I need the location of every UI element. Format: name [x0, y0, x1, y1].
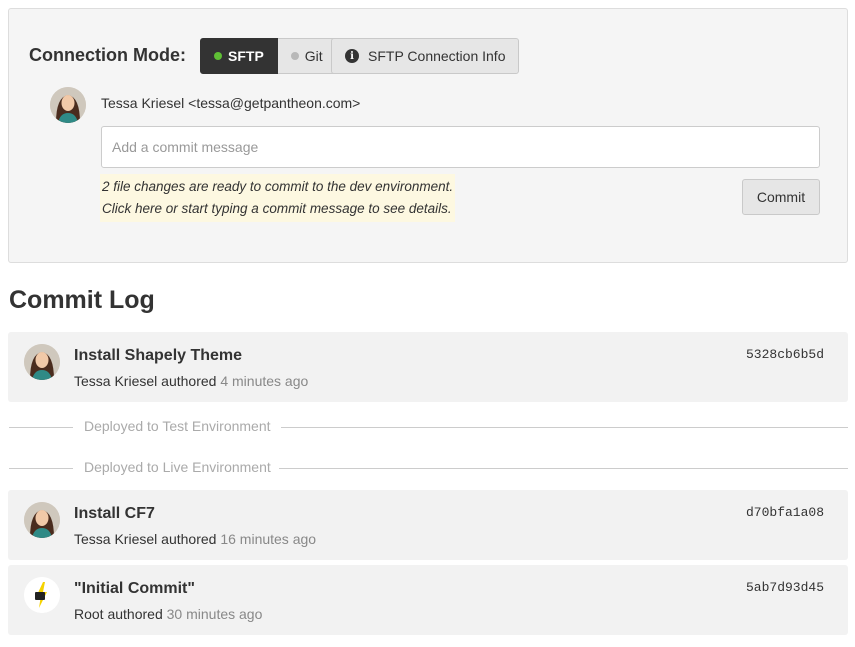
commit-author: Tessa Kriesel	[74, 531, 158, 547]
commit-verb: authored	[161, 531, 217, 547]
notice-line: 2 file changes are ready to commit to th…	[102, 179, 454, 194]
divider	[279, 468, 848, 469]
commit-meta: Tessa Kriesel authored 16 minutes ago	[74, 531, 316, 547]
commit-hash[interactable]: 5ab7d93d45	[746, 580, 824, 595]
commit-time: 30 minutes ago	[166, 606, 263, 622]
connection-panel: Connection Mode: SFTP Git i SFTP Connect…	[8, 8, 848, 263]
connection-mode-label: Connection Mode:	[29, 45, 186, 65]
divider	[281, 427, 848, 428]
pending-changes-notice[interactable]: 2 file changes are ready to commit to th…	[100, 174, 456, 222]
notice-line: Click here or start typing a commit mess…	[102, 201, 452, 216]
commit-meta: Tessa Kriesel authored 4 minutes ago	[74, 373, 308, 389]
commit-author: Tessa Kriesel	[74, 373, 158, 389]
commit-message-input[interactable]	[101, 126, 820, 168]
commit-time: 4 minutes ago	[220, 373, 309, 389]
commit-verb: authored	[161, 373, 217, 389]
commit-hash[interactable]: 5328cb6b5d	[746, 347, 824, 362]
info-icon: i	[345, 49, 359, 63]
commit-meta: Root authored 30 minutes ago	[74, 606, 262, 622]
connection-mode-toggle: SFTP Git	[200, 38, 337, 74]
divider	[9, 427, 73, 428]
sftp-connection-info-button[interactable]: i SFTP Connection Info	[331, 38, 520, 74]
commit-title: Install Shapely Theme	[74, 347, 243, 364]
deployment-label: Deployed to Test Environment	[78, 418, 277, 434]
deployment-marker: Deployed to Live Environment	[9, 458, 848, 478]
avatar	[24, 344, 60, 380]
commit-log-title: Commit Log	[9, 286, 155, 314]
commit-hash[interactable]: d70bfa1a08	[746, 505, 824, 520]
commit-log-item[interactable]: "Initial Commit" Root authored 30 minute…	[8, 565, 848, 635]
sftp-mode-button[interactable]: SFTP	[200, 38, 278, 74]
commit-verb: authored	[107, 606, 163, 622]
commit-title: Install CF7	[74, 505, 155, 522]
status-dot-icon	[214, 52, 222, 60]
commit-author: Root	[74, 606, 104, 622]
avatar	[50, 87, 86, 123]
pantheon-logo-icon	[24, 577, 60, 613]
avatar	[24, 502, 60, 538]
git-mode-label: Git	[304, 48, 323, 64]
commit-log-item[interactable]: Install CF7 Tessa Kriesel authored 16 mi…	[8, 490, 848, 560]
commit-time: 16 minutes ago	[220, 531, 317, 547]
deployment-marker: Deployed to Test Environment	[9, 417, 848, 437]
deployment-label: Deployed to Live Environment	[78, 459, 277, 475]
commit-log-item[interactable]: Install Shapely Theme Tessa Kriesel auth…	[8, 332, 848, 402]
divider	[9, 468, 73, 469]
committer-identity: Tessa Kriesel <tessa@getpantheon.com>	[101, 95, 361, 111]
sftp-connection-info-label: SFTP Connection Info	[368, 48, 506, 64]
commit-title: "Initial Commit"	[74, 580, 195, 597]
status-dot-icon	[290, 52, 299, 60]
git-mode-button[interactable]: Git	[277, 38, 337, 74]
commit-button[interactable]: Commit	[742, 179, 820, 215]
sftp-mode-label: SFTP	[228, 48, 264, 64]
